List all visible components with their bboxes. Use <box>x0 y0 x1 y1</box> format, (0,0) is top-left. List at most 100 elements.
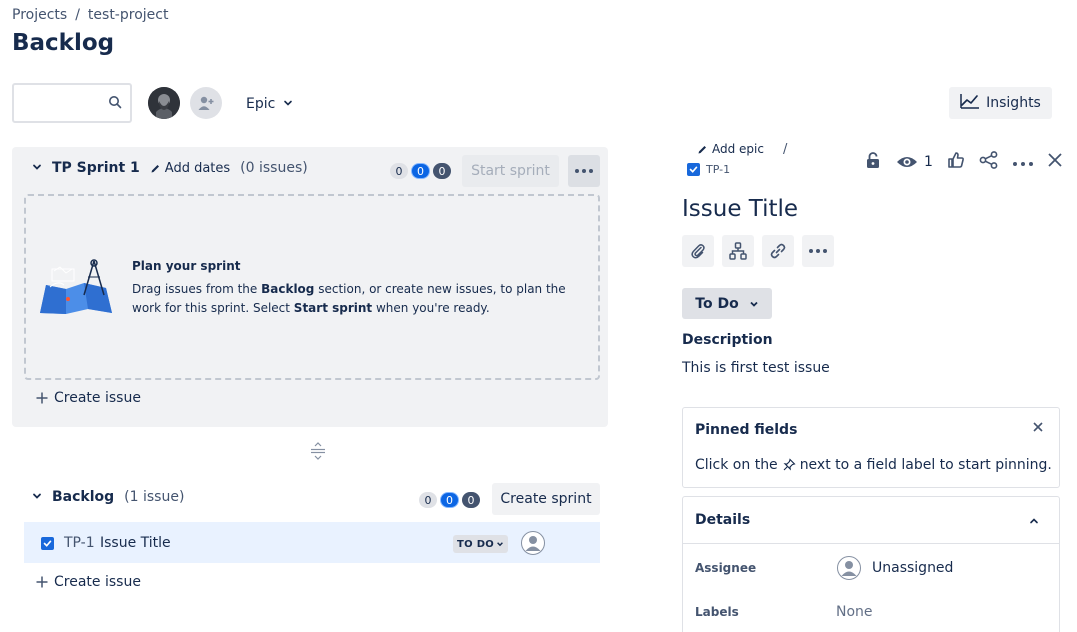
todo-count-badge: 0 <box>419 492 437 508</box>
assignee-avatar[interactable] <box>837 556 861 580</box>
description-label: Description <box>682 332 773 348</box>
more-icon[interactable] <box>1012 154 1033 170</box>
pinned-fields-panel <box>682 407 1060 488</box>
collapse-chevron-icon[interactable] <box>32 489 42 505</box>
start-sprint-button[interactable]: Start sprint <box>462 155 559 187</box>
child-issue-button[interactable] <box>722 235 754 267</box>
plan-sprint-title: Plan your sprint <box>132 259 241 273</box>
issue-key[interactable]: TP-1 <box>64 535 95 551</box>
user-avatar[interactable] <box>148 87 180 119</box>
breadcrumb-projects[interactable]: Projects <box>12 7 67 23</box>
breadcrumb: Projects / test-project <box>12 7 168 23</box>
task-type-icon <box>687 163 700 176</box>
issue-summary[interactable]: Issue Title <box>100 535 171 551</box>
more-icon <box>575 169 593 173</box>
plan-text-bold-backlog: Backlog <box>261 282 315 296</box>
watchers-count: 1 <box>924 154 933 170</box>
backlog-create-issue-button[interactable]: Create issue <box>36 574 141 590</box>
insights-button[interactable]: Insights <box>949 87 1052 119</box>
task-type-icon <box>41 537 54 550</box>
issue-key-label: TP-1 <box>706 163 731 176</box>
assignee-label: Assignee <box>695 561 757 575</box>
issue-title-heading[interactable]: Issue Title <box>682 196 798 222</box>
backlog-issue-count: (1 issue) <box>124 489 185 505</box>
add-dates-button[interactable]: Add dates <box>150 161 230 176</box>
issue-toolbar <box>682 235 834 267</box>
labels-value[interactable]: None <box>836 604 873 620</box>
create-issue-label: Create issue <box>54 574 141 590</box>
in-progress-count-badge: 0 <box>411 163 430 179</box>
insights-label: Insights <box>986 95 1041 111</box>
issue-status-dropdown[interactable]: TO DO <box>453 535 509 553</box>
like-icon[interactable] <box>947 151 965 173</box>
chevron-down-icon <box>750 301 758 307</box>
backlog-header: Backlog (1 issue) <box>32 489 184 505</box>
lock-icon[interactable] <box>864 151 882 173</box>
sprint-issue-count: (0 issues) <box>240 160 308 176</box>
close-icon[interactable] <box>1047 152 1063 172</box>
add-dates-label: Add dates <box>164 160 231 176</box>
resize-handle-icon[interactable] <box>310 442 326 464</box>
plan-sprint-text: Drag issues from the Backlog section, or… <box>132 280 592 318</box>
sprint-status-badges: 0 0 0 <box>390 163 451 179</box>
breadcrumb-separator: / <box>75 7 80 23</box>
plus-icon <box>36 576 48 588</box>
link-icon <box>770 243 786 259</box>
status-button[interactable]: To Do <box>682 288 772 319</box>
description-text[interactable]: This is first test issue <box>682 360 830 376</box>
pinned-fields-hint: Click on the next to a field label to st… <box>695 457 1052 473</box>
sprint-header: TP Sprint 1 Add dates (0 issues) <box>32 160 308 176</box>
attachment-button[interactable] <box>682 235 714 267</box>
add-people-icon[interactable] <box>190 87 222 119</box>
epic-filter-button[interactable]: Epic <box>238 92 301 116</box>
search-icon <box>108 95 122 113</box>
plan-sprint-illustration <box>36 255 116 321</box>
share-icon[interactable] <box>979 151 999 173</box>
backlog-status-badges: 0 0 0 <box>419 492 480 508</box>
add-epic-label: Add epic <box>712 142 764 156</box>
chevron-down-icon <box>283 96 293 112</box>
issue-assignee-avatar[interactable] <box>521 531 545 555</box>
collapse-chevron-icon[interactable] <box>32 160 42 176</box>
issue-status-label: TO DO <box>457 538 495 550</box>
search-box[interactable] <box>12 83 132 123</box>
todo-count-badge: 0 <box>390 163 408 179</box>
issue-actions-bar: 1 <box>864 151 1063 173</box>
plan-text-part: Drag issues from the <box>132 282 262 296</box>
epic-filter-label: Epic <box>246 96 276 112</box>
sprint-name: TP Sprint 1 <box>52 160 140 176</box>
pinned-hint-before: Click on the <box>695 457 778 473</box>
hierarchy-icon <box>729 242 747 260</box>
sprint-more-button[interactable] <box>568 155 600 187</box>
sprint-create-issue-button[interactable]: Create issue <box>36 390 141 406</box>
add-epic-button[interactable]: Add epic <box>697 142 764 156</box>
paperclip-icon <box>691 244 705 259</box>
breadcrumb-project[interactable]: test-project <box>88 7 169 23</box>
link-issue-button[interactable] <box>762 235 794 267</box>
pinned-fields-title: Pinned fields <box>695 422 798 438</box>
eye-icon <box>897 157 917 167</box>
more-icon <box>809 249 827 253</box>
plan-text-bold-start: Start sprint <box>293 301 373 315</box>
chart-icon <box>960 93 980 113</box>
issue-key-link[interactable]: TP-1 <box>687 163 730 176</box>
details-title: Details <box>695 512 751 528</box>
chevron-down-icon <box>497 542 504 547</box>
in-progress-count-badge: 0 <box>440 492 459 508</box>
done-count-badge: 0 <box>433 163 451 179</box>
watch-button[interactable]: 1 <box>896 154 933 170</box>
more-actions-button[interactable] <box>802 235 834 267</box>
labels-label: Labels <box>695 605 739 619</box>
done-count-badge: 0 <box>462 492 480 508</box>
plan-text-part: when you're ready. <box>372 301 490 315</box>
pencil-icon <box>698 145 706 153</box>
search-input[interactable] <box>20 85 104 121</box>
chevron-up-icon[interactable] <box>1029 514 1039 530</box>
pencil-icon <box>151 164 159 172</box>
create-sprint-button[interactable]: Create sprint <box>492 483 600 515</box>
close-icon[interactable] <box>1031 420 1045 438</box>
backlog-name: Backlog <box>52 489 115 505</box>
pinned-hint-after: next to a field label to start pinning. <box>799 457 1052 473</box>
assignee-value[interactable]: Unassigned <box>872 560 953 576</box>
pin-icon <box>783 458 796 471</box>
